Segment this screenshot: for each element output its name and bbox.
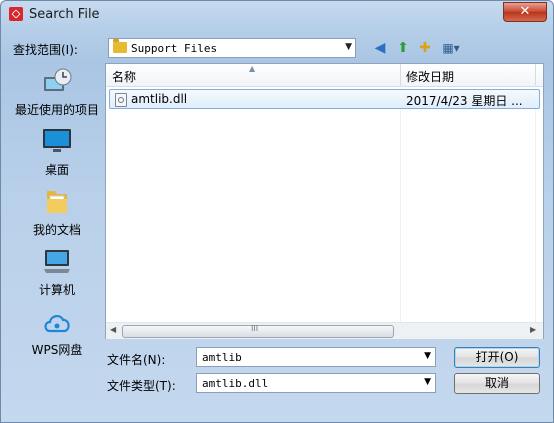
chevron-down-icon[interactable]: ▼	[345, 42, 352, 52]
column-header-date[interactable]: 修改日期	[406, 68, 454, 85]
filetype-select[interactable]: amtlib.dll ▼	[196, 373, 436, 393]
file-date-cell: 2017/4/23 星期日 ...	[406, 94, 523, 108]
column-header-name[interactable]: 名称	[112, 68, 136, 85]
filetype-value: amtlib.dll	[202, 377, 269, 390]
folder-icon	[113, 39, 127, 53]
close-button[interactable]: ✕	[503, 2, 547, 22]
filename-input[interactable]: amtlib ▼	[196, 347, 436, 367]
sort-ascending-icon: ▲	[249, 64, 256, 73]
documents-folder-icon	[47, 191, 67, 213]
dll-file-icon	[115, 93, 127, 107]
places-bar: 最近使用的项目 桌面 我的文档 计算机 WPS网盘	[11, 63, 103, 363]
place-desktop-label: 桌面	[44, 163, 69, 177]
new-folder-icon[interactable]: ✚	[415, 38, 435, 58]
file-list-header: 名称 ▲ 修改日期	[106, 64, 543, 87]
place-documents[interactable]: 我的文档	[11, 183, 103, 243]
scroll-thumb[interactable]: III	[122, 324, 394, 338]
filetype-label: 文件类型(T):	[107, 379, 176, 393]
place-wps-cloud[interactable]: WPS网盘	[11, 303, 103, 363]
scroll-left-icon[interactable]: ◀	[110, 325, 116, 334]
cloud-icon	[44, 315, 70, 333]
place-computer-label: 计算机	[38, 283, 75, 297]
column-divider[interactable]	[535, 64, 536, 86]
chevron-down-icon[interactable]: ▼	[424, 377, 431, 387]
column-guide	[400, 86, 401, 322]
chevron-down-icon[interactable]: ▼	[424, 351, 431, 361]
place-wps-cloud-label: WPS网盘	[31, 343, 83, 357]
place-recent-label: 最近使用的项目	[14, 103, 99, 117]
place-computer[interactable]: 计算机	[11, 243, 103, 303]
place-desktop[interactable]: 桌面	[11, 123, 103, 183]
column-guide	[535, 86, 536, 322]
look-in-combo[interactable]: Support Files ▼	[108, 38, 356, 58]
scroll-grip: III	[251, 324, 259, 333]
filename-value: amtlib	[202, 351, 242, 364]
place-recent[interactable]: 最近使用的项目	[11, 63, 103, 123]
filename-label: 文件名(N):	[107, 353, 166, 367]
column-divider[interactable]	[400, 64, 401, 86]
app-icon	[9, 7, 23, 21]
horizontal-scrollbar[interactable]: ◀ III ▶	[106, 322, 543, 339]
view-menu-icon[interactable]: ▦▾	[437, 38, 465, 58]
file-name-cell: amtlib.dll	[131, 92, 188, 106]
up-folder-icon[interactable]: ⬆	[393, 38, 413, 58]
place-documents-label: 我的文档	[32, 223, 81, 237]
look-in-label: 查找范围(I):	[13, 43, 78, 57]
file-list[interactable]: 名称 ▲ 修改日期 amtlib.dll 2017/4/23 星期日 ... ◀…	[105, 63, 544, 339]
cancel-button[interactable]: 取消	[454, 373, 540, 394]
window-title: Search File	[29, 7, 100, 22]
scroll-right-icon[interactable]: ▶	[530, 325, 536, 334]
file-row[interactable]: amtlib.dll 2017/4/23 星期日 ...	[109, 89, 540, 109]
computer-icon	[44, 250, 70, 273]
search-file-dialog: Search File ✕ 查找范围(I): Support Files ▼ ◀…	[0, 0, 554, 423]
back-icon[interactable]: ◀	[370, 38, 390, 58]
open-button[interactable]: 打开(O)	[454, 347, 540, 368]
desktop-icon	[43, 129, 71, 152]
look-in-value: Support Files	[131, 42, 218, 55]
title-bar: Search File ✕	[1, 1, 553, 29]
recent-items-icon	[44, 68, 72, 91]
